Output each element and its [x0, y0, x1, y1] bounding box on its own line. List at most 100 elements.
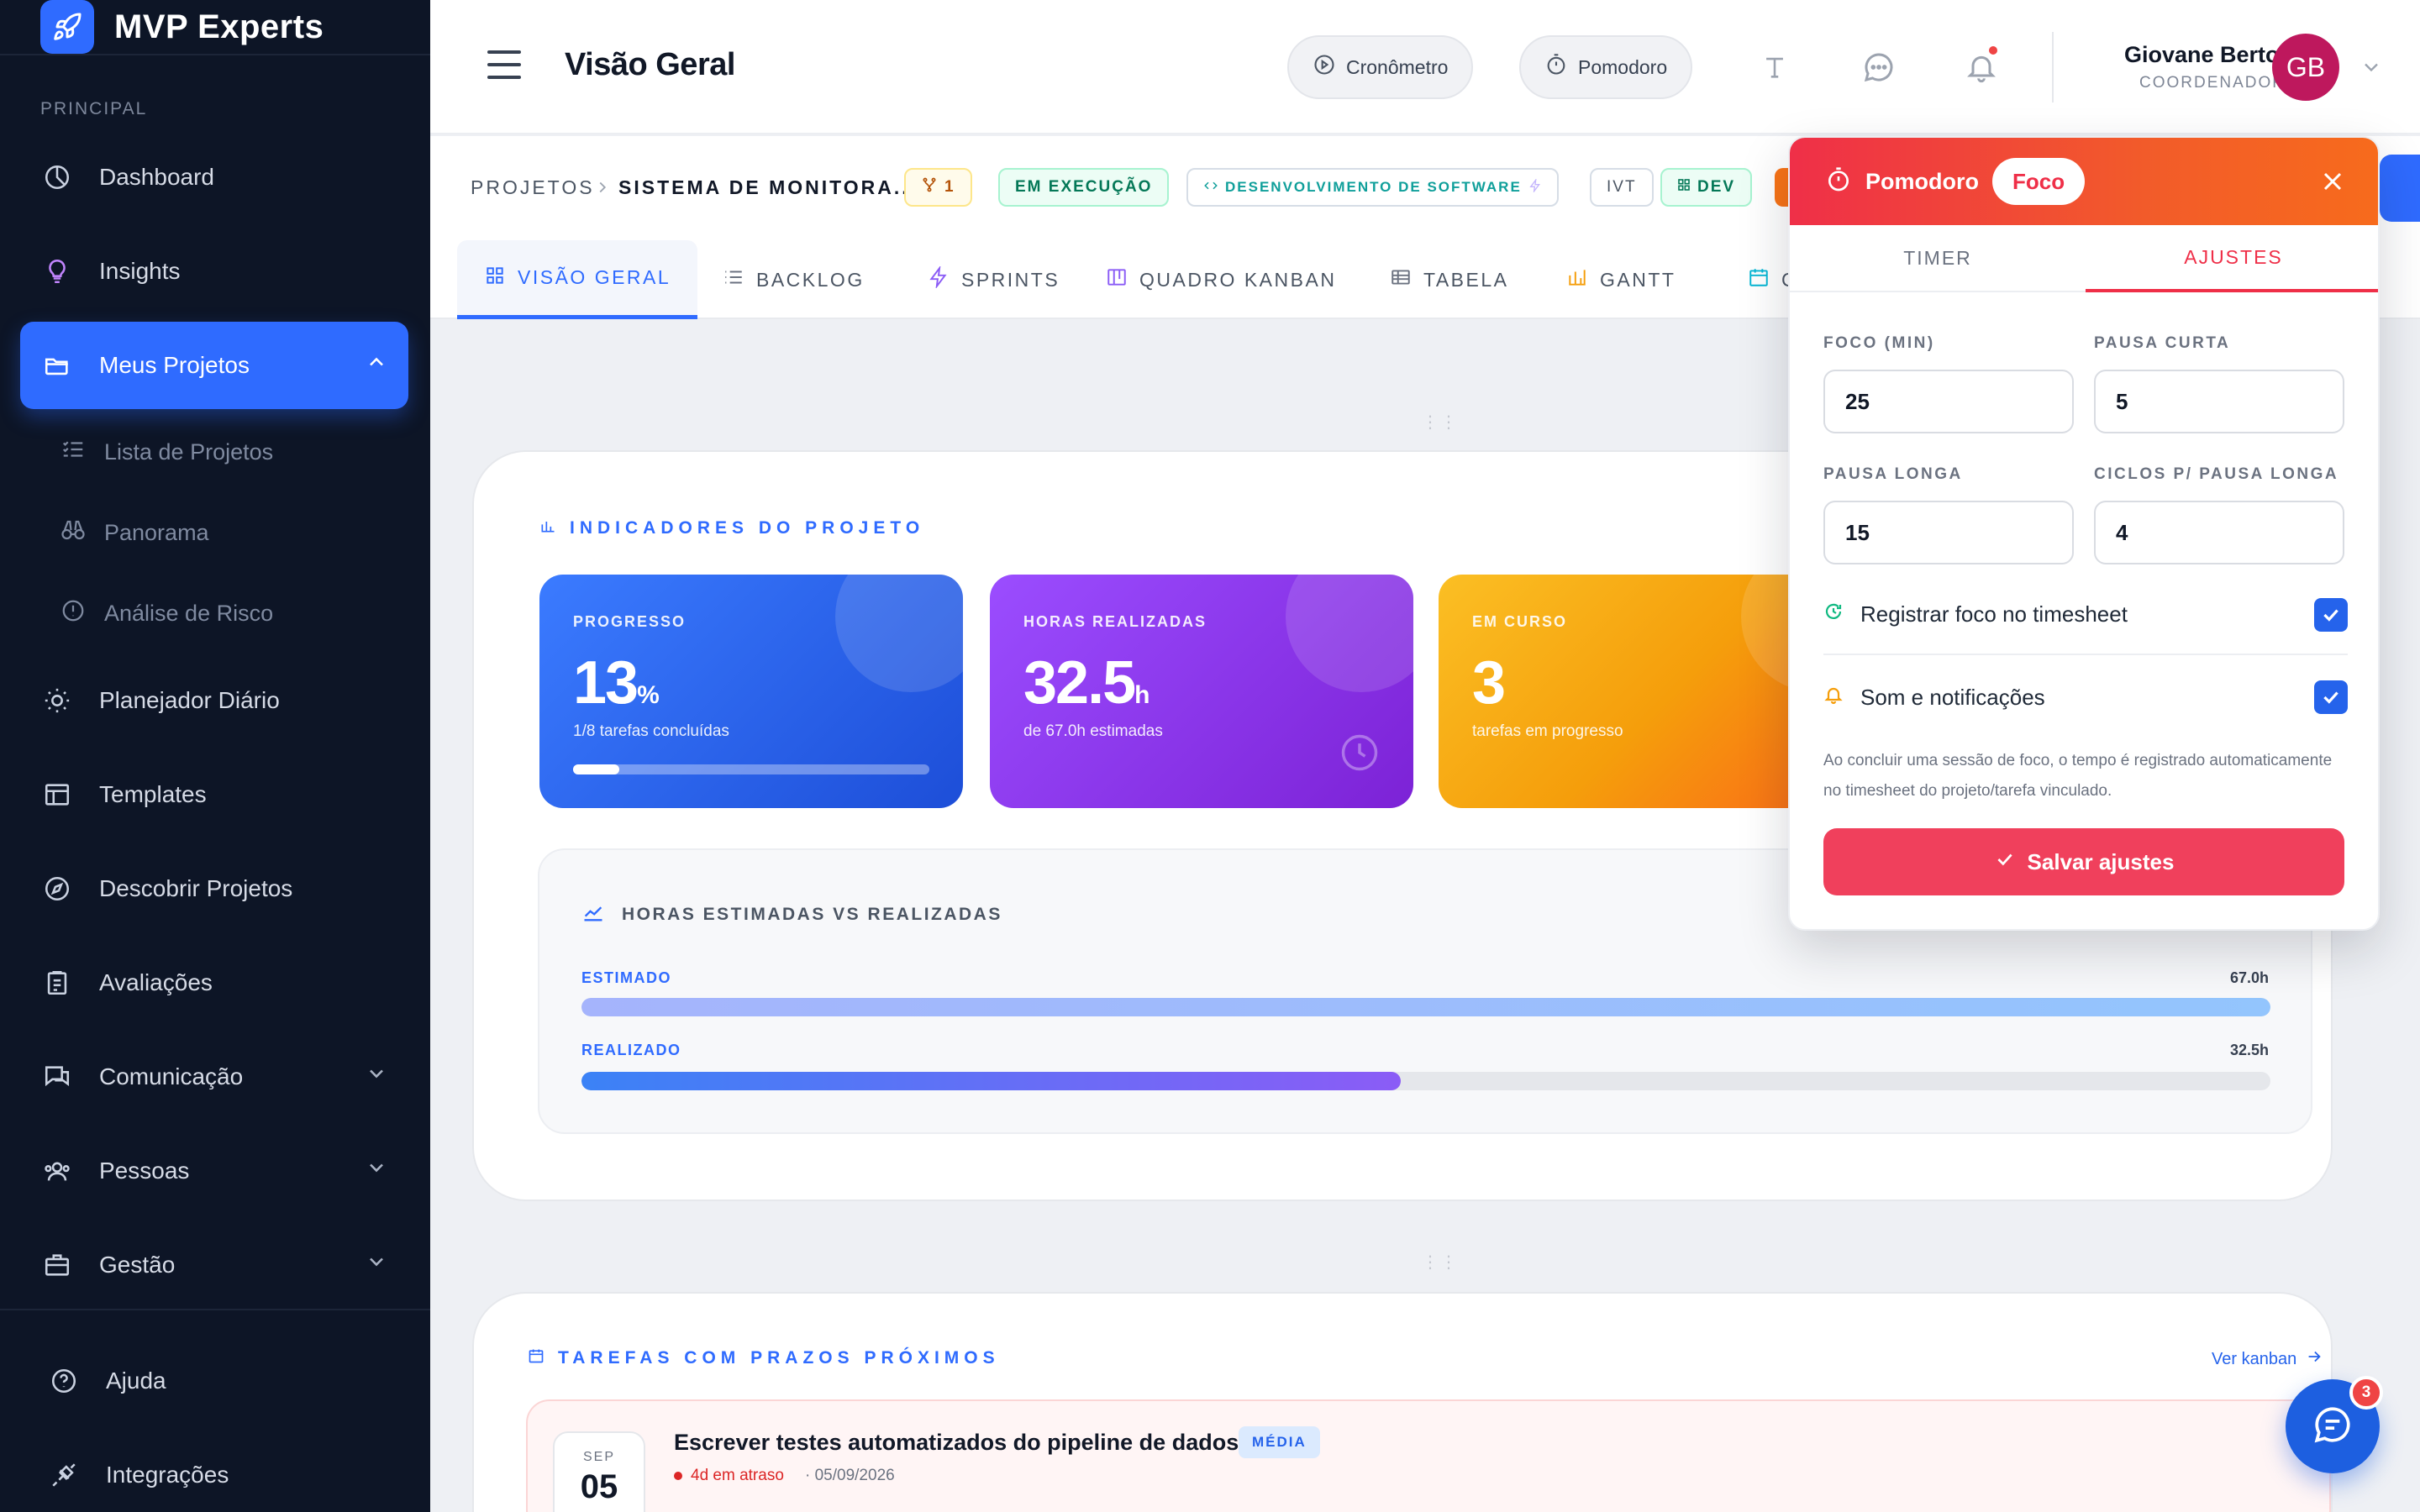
refresh-icon [1823, 601, 1844, 627]
section-title: TAREFAS COM PRAZOS PRÓXIMOS [528, 1347, 1000, 1369]
tab-label: GANTT [1600, 268, 1676, 291]
sidebar-item-meus-projetos[interactable]: Meus Projetos [20, 322, 408, 409]
tab-timer[interactable]: TIMER [1790, 225, 2086, 292]
date-box: SEP 05 [553, 1431, 645, 1512]
chat-fab-button[interactable]: 3 [2286, 1376, 2383, 1473]
tab-settings[interactable]: AJUSTES [2086, 225, 2378, 292]
stat-sub: de 67.0h estimadas [1023, 722, 1163, 740]
sidebar-item-integracoes[interactable]: Integrações [27, 1431, 415, 1512]
task-day: 05 [580, 1468, 618, 1505]
git-fork-icon [921, 176, 938, 198]
calendar-icon [528, 1347, 544, 1369]
clipboard-icon [40, 966, 74, 1000]
avatar[interactable]: GB [2272, 34, 2339, 101]
decor-circle [1286, 575, 1413, 692]
sidebar-item-descobrir[interactable]: Descobrir Projetos [20, 845, 408, 932]
log-timesheet-checkbox[interactable] [2314, 598, 2348, 632]
status-label: EM EXECUÇÃO [1015, 178, 1153, 196]
sidebar-item-planejador[interactable]: Planejador Diário [20, 657, 408, 744]
in-progress-card[interactable]: EM CURSO 3 tarefas em progresso [1439, 575, 1791, 808]
sound-checkbox[interactable] [2314, 680, 2348, 714]
sidebar-subitem-lista-projetos[interactable]: Lista de Projetos [60, 427, 273, 477]
sidebar-item-label: Integrações [106, 1462, 229, 1488]
drag-handle-icon[interactable]: ⋮⋮ [1422, 1252, 1459, 1273]
fork-badge[interactable]: 1 [904, 168, 972, 207]
pomodoro-panel: Pomodoro Foco TIMER AJUSTES FOCO (MIN) P… [1788, 136, 2380, 931]
bell-icon[interactable] [1958, 44, 2005, 91]
save-settings-button[interactable]: Salvar ajustes [1823, 828, 2344, 895]
sidebar-item-label: Comunicação [99, 1063, 244, 1089]
focus-minutes-input[interactable] [1823, 370, 2074, 433]
sound-option[interactable]: Som e notificações [1823, 657, 2348, 738]
chevron-down-icon [365, 1062, 388, 1091]
estimated-label: ESTIMADO [581, 969, 672, 986]
task-title: Escrever testes automatizados do pipelin… [674, 1430, 1239, 1455]
section-title-text: INDICADORES DO PROJETO [570, 518, 925, 538]
divider [0, 54, 430, 55]
save-label: Salvar ajustes [2027, 848, 2175, 874]
tab-sprints[interactable]: SPRINTS [901, 240, 1086, 319]
bell-icon [1823, 685, 1844, 711]
text-size-icon[interactable] [1751, 44, 1798, 91]
hours-card[interactable]: HORAS REALIZADAS 32.5h de 67.0h estimada… [990, 575, 1413, 808]
sidebar-item-insights[interactable]: Insights [20, 228, 408, 315]
messages-icon [40, 1060, 74, 1094]
stopwatch-button[interactable]: Cronômetro [1287, 35, 1474, 99]
list-icon [723, 266, 744, 293]
pomodoro-title: Pomodoro [1865, 168, 1979, 194]
header-action-button[interactable] [2380, 155, 2420, 222]
estimated-value: 67.0h [2229, 969, 2269, 986]
help-circle-icon [47, 1364, 81, 1398]
sidebar-item-dashboard[interactable]: Dashboard [20, 134, 408, 221]
sidebar-item-pessoas[interactable]: Pessoas [20, 1127, 408, 1215]
sidebar-subitem-panorama[interactable]: Panorama [60, 507, 209, 558]
sidebar-item-comunicacao[interactable]: Comunicação [20, 1033, 408, 1121]
code-icon [1203, 178, 1218, 197]
pomodoro-button[interactable]: Pomodoro [1519, 35, 1693, 99]
chevron-down-icon [365, 1156, 388, 1185]
layout-icon [40, 778, 74, 811]
brand[interactable]: MVP Experts [40, 0, 324, 54]
sidebar-item-templates[interactable]: Templates [20, 751, 408, 838]
chat-bubble-icon[interactable] [1855, 44, 1902, 91]
progress-fill [573, 764, 620, 774]
tab-gantt[interactable]: GANTT [1539, 240, 1702, 319]
sidebar-item-gestao[interactable]: Gestão [20, 1221, 408, 1309]
long-break-label: PAUSA LONGA [1823, 465, 1963, 483]
mode-badge[interactable]: Foco [1992, 158, 2086, 205]
chevron-down-icon[interactable] [2360, 55, 2383, 83]
option-label: Som e notificações [1860, 684, 2045, 710]
breadcrumb-current: SISTEMA DE MONITORA... [618, 176, 918, 198]
tab-quadro-kanban[interactable]: QUADRO KANBAN [1079, 240, 1363, 319]
tab-visao-geral[interactable]: VISÃO GERAL [457, 240, 698, 319]
sidebar-subitem-analise-risco[interactable]: Análise de Risco [60, 588, 273, 638]
log-timesheet-option[interactable]: Registrar foco no timesheet [1823, 575, 2348, 655]
long-break-input[interactable] [1823, 501, 2074, 564]
view-kanban-link[interactable]: Ver kanban [2212, 1347, 2323, 1371]
breadcrumb-root[interactable]: PROJETOS [471, 176, 595, 199]
task-row[interactable]: SEP 05 Escrever testes automatizados do … [526, 1399, 2331, 1512]
progress-card[interactable]: PROGRESSO 13% 1/8 tarefas concluídas [539, 575, 963, 808]
sidebar-subitem-label: Análise de Risco [104, 600, 274, 626]
tab-tabela[interactable]: TABELA [1363, 240, 1536, 319]
close-icon[interactable] [2317, 166, 2348, 197]
tab-backlog[interactable]: BACKLOG [696, 240, 892, 319]
menu-toggle-icon[interactable] [487, 50, 521, 79]
late-dot [674, 1472, 682, 1480]
clock-icon [1338, 731, 1381, 779]
lightning-icon [928, 265, 950, 293]
lightbulb-icon [40, 255, 74, 288]
sidebar-item-ajuda[interactable]: Ajuda [27, 1337, 415, 1425]
drag-handle-icon[interactable]: ⋮⋮ [1422, 412, 1459, 433]
sidebar-item-label: Descobrir Projetos [99, 875, 293, 901]
category-badge[interactable]: DESENVOLVIMENTO DE SOFTWARE [1186, 168, 1559, 207]
realized-fill [581, 1072, 1401, 1090]
sidebar-item-avaliacoes[interactable]: Avaliações [20, 939, 408, 1026]
stat-label: EM CURSO [1472, 613, 1568, 630]
cycles-input[interactable] [2094, 501, 2344, 564]
short-break-input[interactable] [2094, 370, 2344, 433]
env-badge: DEV [1660, 168, 1753, 207]
stat-sub: 1/8 tarefas concluídas [573, 722, 729, 740]
list-check-icon [60, 437, 86, 468]
progress-bar [573, 764, 929, 774]
